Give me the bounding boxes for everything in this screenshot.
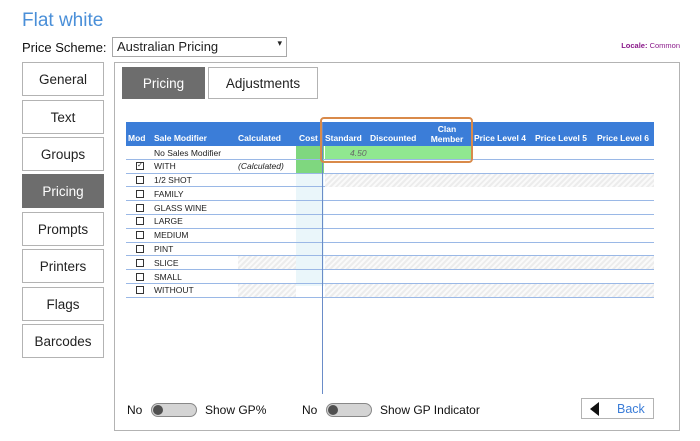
table-row: LARGE bbox=[126, 215, 654, 229]
modifier-checkbox[interactable] bbox=[136, 270, 144, 283]
modifier-checkbox[interactable] bbox=[136, 243, 144, 256]
modifier-name: MEDIUM bbox=[154, 230, 189, 241]
back-label: Back bbox=[617, 401, 645, 416]
gp-indicator-state: No bbox=[302, 403, 318, 417]
modifier-checkbox[interactable]: ✓ bbox=[136, 160, 144, 173]
calculated-cell: (Calculated) bbox=[238, 161, 284, 172]
locale-label: Locale: bbox=[621, 41, 648, 50]
table-row: MEDIUM bbox=[126, 229, 654, 243]
col-cost-header: Cost bbox=[299, 133, 318, 143]
col-price-level-4-header: Price Level 4 bbox=[474, 133, 526, 143]
modifier-checkbox[interactable] bbox=[136, 256, 144, 269]
modifier-name: 1/2 SHOT bbox=[154, 175, 192, 186]
price-scheme-select[interactable]: Australian Pricing ▾ bbox=[112, 37, 287, 57]
disabled-price-cells bbox=[325, 283, 654, 297]
modifier-name: LARGE bbox=[154, 216, 183, 227]
disabled-calculated-cell bbox=[238, 256, 296, 270]
col-mod-header: Mod bbox=[128, 133, 146, 143]
nav-barcodes-button[interactable]: Barcodes bbox=[22, 324, 104, 358]
tab-adjustments[interactable]: Adjustments bbox=[208, 67, 318, 99]
nav-groups-button[interactable]: Groups bbox=[22, 137, 104, 171]
modifier-checkbox[interactable] bbox=[136, 229, 144, 242]
back-button[interactable]: Back bbox=[581, 398, 654, 419]
modifier-checkbox[interactable] bbox=[136, 215, 144, 228]
locale-value: Common bbox=[649, 41, 680, 50]
modifier-checkbox[interactable] bbox=[136, 187, 144, 200]
modifier-checkbox[interactable] bbox=[136, 201, 144, 214]
highlight-box bbox=[320, 117, 473, 163]
modifier-name: SMALL bbox=[154, 271, 182, 282]
table-row: PINT bbox=[126, 243, 654, 257]
modifier-name: WITH bbox=[154, 161, 176, 172]
locale-indicator: Locale: Common bbox=[621, 41, 680, 50]
disabled-calculated-cell bbox=[238, 283, 296, 297]
col-price-level-6-header: Price Level 6 bbox=[597, 133, 649, 143]
modifier-name: PINT bbox=[154, 244, 174, 255]
show-gp-indicator-toggle[interactable] bbox=[326, 403, 372, 417]
table-row: FAMILY bbox=[126, 187, 654, 202]
show-gp-label: Show GP% bbox=[205, 403, 267, 417]
table-row: GLASS WINE bbox=[126, 201, 654, 215]
disabled-price-cells bbox=[325, 173, 654, 187]
nav-printers-button[interactable]: Printers bbox=[22, 249, 104, 283]
col-price-level-5-header: Price Level 5 bbox=[535, 133, 587, 143]
show-gp-indicator-label: Show GP Indicator bbox=[380, 403, 480, 417]
tab-pricing[interactable]: Pricing bbox=[122, 67, 205, 99]
price-scheme-label: Price Scheme: bbox=[22, 40, 107, 55]
gp-toggle-state: No bbox=[127, 403, 143, 417]
table-row: SMALL bbox=[126, 270, 654, 284]
page-title: Flat white bbox=[22, 10, 104, 31]
modifier-name: GLASS WINE bbox=[154, 202, 207, 213]
modifier-name: No Sales Modifier bbox=[154, 147, 222, 158]
cost-cell[interactable] bbox=[296, 159, 324, 173]
triangle-left-icon bbox=[590, 401, 599, 416]
show-gp-toggle[interactable] bbox=[151, 403, 197, 417]
check-icon: ✓ bbox=[136, 162, 144, 171]
modifier-name: FAMILY bbox=[154, 188, 184, 199]
toggle-knob bbox=[328, 405, 338, 415]
toggle-knob bbox=[153, 405, 163, 415]
disabled-price-cells bbox=[325, 256, 654, 270]
modifier-checkbox[interactable] bbox=[136, 284, 144, 297]
col-calculated-header: Calculated bbox=[238, 133, 281, 143]
nav-prompts-button[interactable]: Prompts bbox=[22, 212, 104, 246]
modifier-checkbox[interactable] bbox=[136, 174, 144, 187]
modifier-name: SLICE bbox=[154, 257, 179, 268]
table-row: 1/2 SHOT bbox=[126, 173, 654, 188]
nav-flags-button[interactable]: Flags bbox=[22, 287, 104, 321]
nav-general-button[interactable]: General bbox=[22, 62, 104, 96]
table-row: WITHOUT bbox=[126, 283, 654, 298]
price-scheme-value: Australian Pricing bbox=[117, 39, 219, 54]
nav-pricing-button[interactable]: Pricing bbox=[22, 174, 104, 208]
table-row: SLICE bbox=[126, 256, 654, 271]
nav-text-button[interactable]: Text bbox=[22, 100, 104, 134]
col-sale-modifier-header: Sale Modifier bbox=[154, 133, 207, 143]
caret-down-icon: ▾ bbox=[277, 38, 282, 48]
modifier-name: WITHOUT bbox=[154, 285, 194, 296]
